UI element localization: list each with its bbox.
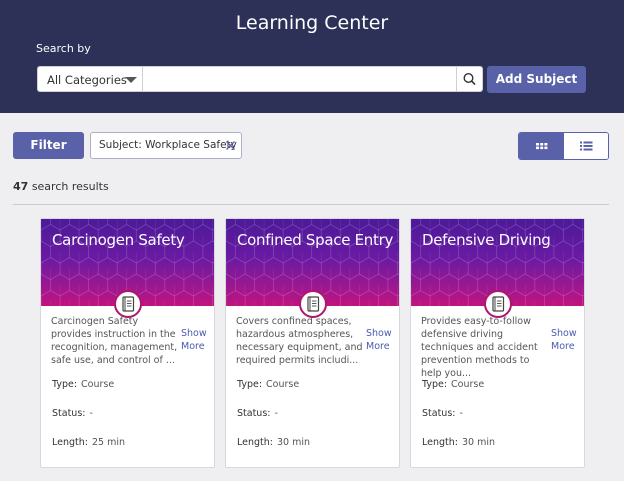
card-title: Confined Space Entry [237, 231, 394, 249]
course-card[interactable]: Carcinogen Safety Carcinogen Safety prov… [40, 218, 215, 468]
grid-view-button[interactable] [519, 133, 564, 159]
length-label: Length: [422, 437, 458, 448]
status-value: - [89, 408, 93, 419]
add-subject-button[interactable]: Add Subject [487, 66, 586, 93]
show-more-link[interactable]: Show More [181, 327, 211, 353]
list-view-button[interactable] [564, 133, 608, 159]
status-value: - [459, 408, 463, 419]
page-title: Learning Center [235, 12, 389, 34]
notebook-icon [114, 290, 142, 318]
card-title: Carcinogen Safety [52, 231, 185, 249]
header-bar: Learning Center Search by All Categories… [0, 0, 624, 113]
status-value: - [274, 408, 278, 419]
card-status: Status: - [52, 408, 93, 419]
type-value: Course [266, 379, 300, 390]
search-by-label: Search by [36, 42, 91, 55]
grid-view-icon [536, 143, 548, 150]
length-value: 30 min [461, 437, 495, 448]
card-type: Type: Course [237, 379, 299, 390]
length-value: 25 min [91, 437, 125, 448]
card-description: Carcinogen Safety provides instruction i… [51, 316, 178, 366]
notebook-icon [484, 290, 512, 318]
filter-button[interactable]: Filter [13, 132, 84, 159]
search-input[interactable] [142, 66, 457, 92]
view-toggle [518, 132, 609, 160]
course-card[interactable]: Confined Space Entry Covers confined spa… [225, 218, 400, 468]
status-label: Status: [52, 408, 86, 419]
card-status: Status: - [237, 408, 278, 419]
list-view-icon [580, 141, 593, 151]
close-icon[interactable] [225, 140, 236, 151]
card-status: Status: - [422, 408, 463, 419]
length-label: Length: [237, 437, 273, 448]
type-value: Course [81, 379, 115, 390]
type-label: Type: [422, 379, 448, 390]
filter-chip-label: Subject: Workplace Safety [99, 139, 237, 151]
type-value: Course [451, 379, 485, 390]
length-value: 30 min [276, 437, 310, 448]
card-description: Provides easy-to-follow defensive drivin… [421, 316, 538, 379]
show-more-link[interactable]: Show More [551, 327, 581, 353]
type-label: Type: [237, 379, 263, 390]
type-label: Type: [52, 379, 78, 390]
card-description: Covers confined spaces, hazardous atmosp… [236, 316, 363, 366]
length-label: Length: [52, 437, 88, 448]
card-type: Type: Course [422, 379, 484, 390]
card-length: Length: 25 min [52, 437, 125, 448]
notebook-icon [299, 290, 327, 318]
card-title: Defensive Driving [422, 231, 551, 249]
category-select-value: All Categories [47, 73, 127, 87]
results-count: 47 search results [13, 180, 109, 193]
results-label: search results [31, 180, 109, 193]
category-select[interactable]: All Categories [37, 66, 142, 92]
card-length: Length: 30 min [237, 437, 310, 448]
chevron-down-icon [125, 77, 137, 83]
show-more-link[interactable]: Show More [366, 327, 396, 353]
status-label: Status: [237, 408, 271, 419]
card-length: Length: 30 min [422, 437, 495, 448]
course-card[interactable]: Defensive Driving Provides easy-to-follo… [410, 218, 585, 468]
results-number: 47 [13, 180, 29, 193]
filter-chip: Subject: Workplace Safety [90, 132, 242, 159]
search-button[interactable] [456, 66, 483, 92]
divider [13, 204, 609, 205]
status-label: Status: [422, 408, 456, 419]
card-type: Type: Course [52, 379, 114, 390]
search-icon [463, 72, 476, 85]
